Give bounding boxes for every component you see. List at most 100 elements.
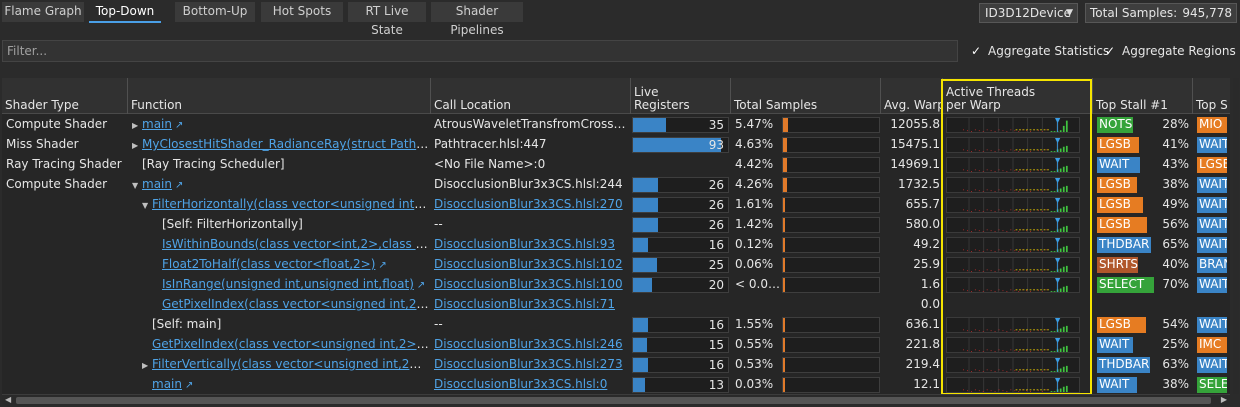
expand-arrow-icon[interactable]: ▶ xyxy=(132,136,142,155)
table-row[interactable]: main ↗ DisocclusionBlur3x3CS.hlsl:0 13 0.03%… xyxy=(2,375,1230,394)
col-active-threads[interactable]: Active Threads per Warp xyxy=(942,78,1092,114)
col-live-registers-label: Live Registers xyxy=(634,85,690,112)
stall-reason-label: LGSB xyxy=(1097,317,1146,333)
active-threads-histogram xyxy=(946,157,1080,173)
stall-percent: 63% xyxy=(1162,357,1189,371)
avg-warp-value: 580.0 xyxy=(905,217,940,231)
table-row[interactable]: ▼ FilterHorizontally(class vector<unsigne… xyxy=(2,195,1230,215)
total-samples-fill xyxy=(783,318,785,332)
call-location[interactable]: DisocclusionBlur3x3CS.hlsl:100 xyxy=(434,275,627,295)
call-location[interactable]: DisocclusionBlur3x3CS.hlsl:71 xyxy=(434,295,627,315)
tab-shader-pipelines[interactable]: Shader Pipelines xyxy=(431,2,523,37)
table-row[interactable]: Compute Shader ▼ main ↗ DisocclusionBlur3x3C… xyxy=(2,175,1230,195)
call-location[interactable]: DisocclusionBlur3x3CS.hlsl:270 xyxy=(434,195,627,215)
collapse-arrow-icon[interactable]: ▼ xyxy=(132,176,142,195)
table-row[interactable]: IsInRange(unsigned int,unsigned int,floa… xyxy=(2,275,1230,295)
shader-type: Compute Shader xyxy=(6,117,108,131)
col-top-stall-2[interactable]: Top S xyxy=(1192,78,1230,114)
active-threads-histogram xyxy=(946,137,1080,153)
collapse-arrow-icon[interactable]: ▼ xyxy=(142,196,152,215)
tab-flame-graph[interactable]: Flame Graph xyxy=(2,2,84,22)
col-top-stall-1[interactable]: Top Stall #1 xyxy=(1092,78,1192,114)
call-location[interactable]: DisocclusionBlur3x3CS.hlsl:273 xyxy=(434,355,627,375)
col-call-location[interactable]: Call Location xyxy=(430,78,630,114)
call-location[interactable]: DisocclusionBlur3x3CS.hlsl:93 xyxy=(434,235,627,255)
table-row[interactable]: Ray Tracing Shader [Ray Tracing Scheduler… xyxy=(2,155,1230,175)
function-name[interactable]: main xyxy=(142,117,172,131)
expand-arrow-icon[interactable]: ▶ xyxy=(142,356,152,375)
call-location[interactable]: DisocclusionBlur3x3CS.hlsl:102 xyxy=(434,255,627,275)
col-avg-warp[interactable]: Avg. Warp xyxy=(880,78,942,114)
go-to-source-icon[interactable]: ↗ xyxy=(175,120,183,131)
col-shader-type[interactable]: Shader Type xyxy=(2,78,127,114)
col-function[interactable]: Function xyxy=(127,78,430,114)
aggregate-statistics-checkbox[interactable]: ✓ Aggregate Statistics xyxy=(971,43,1109,61)
shader-type xyxy=(6,275,126,295)
tab-bottom-up[interactable]: Bottom-Up xyxy=(175,2,255,22)
tab-rt-live-state[interactable]: RT Live State xyxy=(348,2,426,37)
col-active-threads-label: Active Threads per Warp xyxy=(946,85,1036,112)
active-threads-histogram xyxy=(946,317,1080,333)
avg-warp-value: 15475.1 xyxy=(890,137,940,151)
call-location[interactable]: DisocclusionBlur3x3CS.hlsl:0 xyxy=(434,375,627,394)
go-to-source-icon[interactable]: ↗ xyxy=(185,380,193,391)
function-name[interactable]: GetPixelIndex(class vector<unsigned int,… xyxy=(162,297,430,311)
top-stall-2: WAIT xyxy=(1197,197,1227,213)
table-row[interactable]: GetPixelIndex(class vector<unsigned int,… xyxy=(2,335,1230,355)
table-row[interactable]: [Self: main] -- 16 1.55% 636.1 LGSB 54% WAIT xyxy=(2,315,1230,335)
table-row[interactable]: [Self: FilterHorizontally] -- 26 1.42% 580.0… xyxy=(2,215,1230,235)
tab-top-down[interactable]: Top-Down xyxy=(89,2,161,23)
table-row[interactable]: IsWithinBounds(class vector<int,2>,class… xyxy=(2,235,1230,255)
tab-hot-spots[interactable]: Hot Spots xyxy=(261,2,343,22)
call-location: <No File Name>:0 xyxy=(434,157,546,171)
function-name[interactable]: IsWithinBounds(class vector<int,2>,class… xyxy=(162,237,430,251)
scrollbar-thumb[interactable] xyxy=(16,397,1211,404)
call-location[interactable]: DisocclusionBlur3x3CS.hlsl:246 xyxy=(434,335,627,355)
go-to-source-icon[interactable]: ↗ xyxy=(378,260,386,271)
scroll-left-icon[interactable]: ◀ xyxy=(5,395,11,405)
table-row[interactable]: Float2ToHalf(class vector<float,2>) ↗ Diso… xyxy=(2,255,1230,275)
total-samples-fill xyxy=(783,138,787,152)
total-samples-fill xyxy=(783,118,788,132)
avg-warp-value: 12.1 xyxy=(913,377,940,391)
expand-arrow-icon[interactable]: ▶ xyxy=(132,116,142,135)
function-name[interactable]: main xyxy=(152,377,182,391)
live-registers-fill xyxy=(633,238,648,252)
live-registers-fill xyxy=(633,218,658,232)
function-name[interactable]: FilterHorizontally(class vector<unsigned… xyxy=(152,197,430,211)
shader-type xyxy=(6,235,126,255)
live-registers-value: 20 xyxy=(708,278,724,292)
go-to-source-icon[interactable]: ↗ xyxy=(175,180,183,191)
stall-reason-label: LGSB xyxy=(1097,197,1143,213)
total-samples-pct: < 0.01% xyxy=(735,277,781,291)
function-name[interactable]: main xyxy=(142,177,172,191)
function-name[interactable]: FilterVertically(class vector<unsigned i… xyxy=(152,357,430,371)
device-dropdown[interactable]: ID3D12Device ▼ xyxy=(979,3,1078,23)
aggregate-regions-checkbox[interactable]: ✓ Aggregate Regions xyxy=(1105,43,1236,61)
table-row[interactable]: ▶ FilterVertically(class vector<unsigned … xyxy=(2,355,1230,375)
horizontal-scrollbar[interactable]: ◀ ▶ xyxy=(2,394,1230,405)
scroll-right-icon[interactable]: ▶ xyxy=(1221,395,1227,405)
top-stall-2: LGSE xyxy=(1197,157,1227,173)
table-row[interactable]: Miss Shader ▶ MyClosestHitShader_RadianceR… xyxy=(2,135,1230,155)
col-total-samples[interactable]: Total Samples xyxy=(730,78,880,114)
active-threads-histogram xyxy=(946,377,1080,393)
shader-table: Shader Type Function Call Location Live … xyxy=(2,78,1230,394)
function-name[interactable]: GetPixelIndex(class vector<unsigned int,… xyxy=(152,337,430,351)
filter-input[interactable] xyxy=(2,40,958,62)
col-live-registers[interactable]: Live Registers xyxy=(630,78,730,114)
chevron-down-icon: ▼ xyxy=(1066,8,1073,18)
table-row[interactable]: Compute Shader ▶ main ↗ AtrousWaveletTransfr… xyxy=(2,115,1230,135)
col-function-label: Function xyxy=(131,98,183,112)
function-name[interactable]: MyClosestHitShader_RadianceRay(struct Pa… xyxy=(142,137,430,151)
function-name[interactable]: Float2ToHalf(class vector<float,2>) xyxy=(162,257,375,271)
function-name[interactable]: IsInRange(unsigned int,unsigned int,floa… xyxy=(162,277,414,291)
vertical-scrollbar[interactable] xyxy=(1233,78,1239,394)
function-cell: IsInRange(unsigned int,unsigned int,floa… xyxy=(152,275,430,295)
live-registers-bar: 20 xyxy=(632,277,729,293)
live-registers-value: 26 xyxy=(708,218,724,232)
live-registers-value: 93 xyxy=(708,138,724,152)
stall-reason-label: THDBAR xyxy=(1097,237,1151,253)
go-to-source-icon[interactable]: ↗ xyxy=(417,280,425,291)
table-row[interactable]: GetPixelIndex(class vector<unsigned int,… xyxy=(2,295,1230,315)
